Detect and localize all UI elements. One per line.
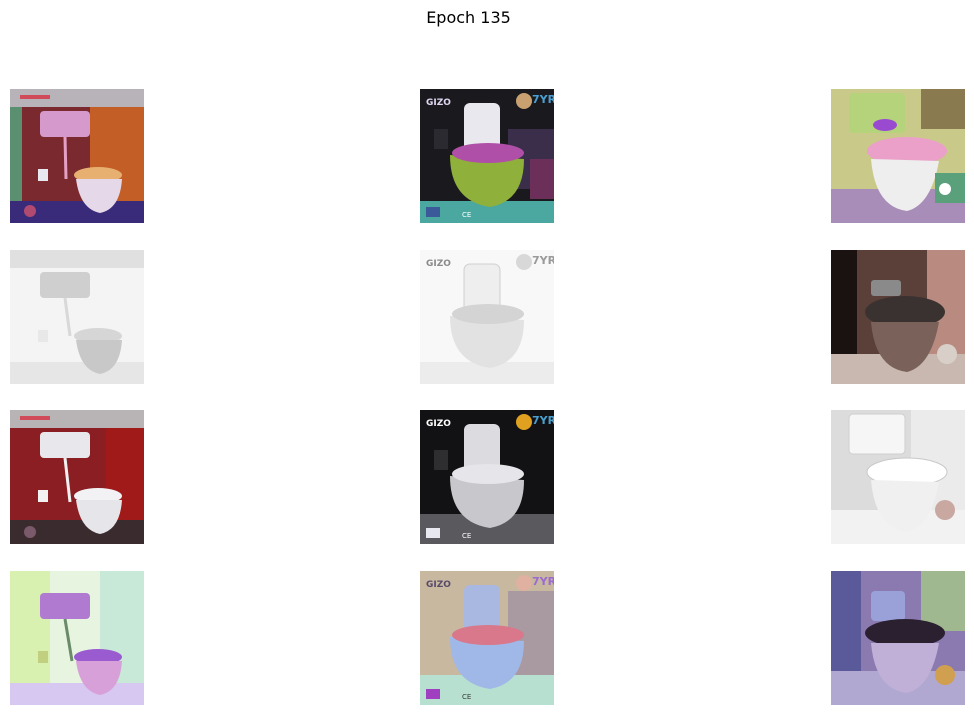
toilet-image: [831, 410, 965, 544]
image-r1-c0: [10, 250, 144, 384]
image-r3-c0: [10, 571, 144, 705]
image-r3-c2: [831, 571, 965, 705]
toilet-image: [10, 410, 144, 544]
image-r2-c1: GIZO 7YR CE: [420, 410, 554, 544]
image-r2-c0: [10, 410, 144, 544]
toilet-image: GIZO 7YR CE: [420, 571, 554, 705]
image-r0-c0: [10, 89, 144, 223]
image-r1-c2: [831, 250, 965, 384]
image-r1-c1: GIZO 7YR: [420, 250, 554, 384]
toilet-image: GIZO 7YR CE: [420, 89, 554, 223]
image-r0-c1: GIZO 7YR CE: [420, 89, 554, 223]
toilet-image: GIZO 7YR: [420, 250, 554, 384]
image-r2-c2: [831, 410, 965, 544]
brand-logo: GIZO: [426, 580, 451, 590]
badge-7yr: 7YR: [532, 254, 554, 267]
toilet-image: [10, 89, 144, 223]
badge-7yr: 7YR: [532, 575, 554, 588]
toilet-image: [10, 250, 144, 384]
brand-logo: GIZO: [426, 98, 451, 108]
brand-logo: GIZO: [426, 259, 451, 269]
toilet-image: [831, 571, 965, 705]
ce-mark: CE: [462, 211, 471, 219]
ce-mark: CE: [462, 693, 471, 701]
toilet-image: GIZO 7YR CE: [420, 410, 554, 544]
badge-7yr: 7YR: [532, 414, 554, 427]
image-r3-c1: GIZO 7YR CE: [420, 571, 554, 705]
toilet-image: [10, 571, 144, 705]
figure-title: Epoch 135: [426, 8, 511, 27]
ce-mark: CE: [462, 532, 471, 540]
toilet-image: [831, 89, 965, 223]
image-r0-c2: [831, 89, 965, 223]
toilet-image: [831, 250, 965, 384]
brand-logo: GIZO: [426, 419, 451, 429]
badge-7yr: 7YR: [532, 93, 554, 106]
